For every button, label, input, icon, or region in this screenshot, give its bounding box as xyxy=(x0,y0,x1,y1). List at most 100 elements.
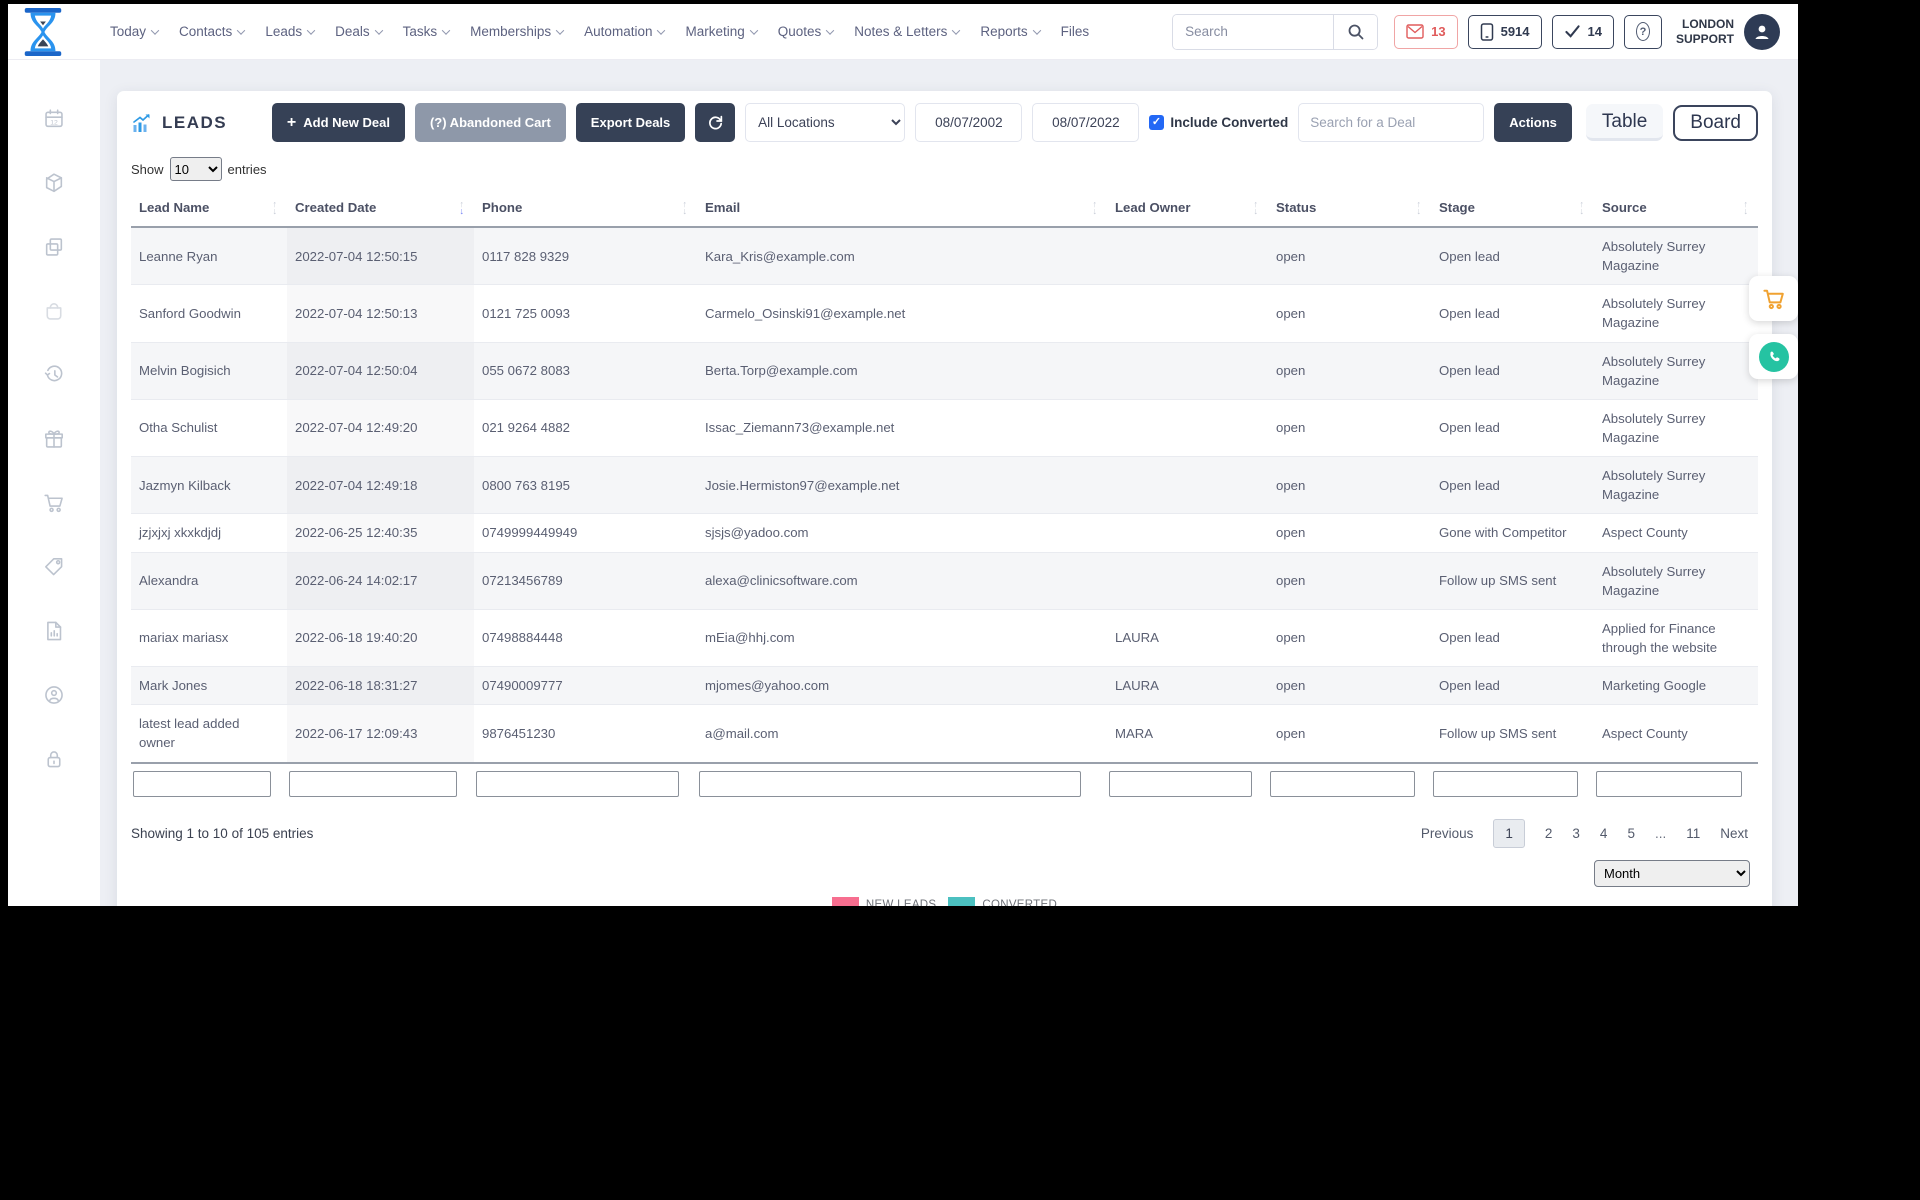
filter-cell xyxy=(697,770,1107,797)
page-size-select[interactable]: 10 xyxy=(169,157,222,181)
legend-item[interactable]: NEW LEADS xyxy=(831,896,936,906)
sidebar-bag-icon[interactable] xyxy=(43,300,65,327)
sidebar-tag-icon[interactable] xyxy=(43,556,65,583)
export-deals-button[interactable]: Export Deals xyxy=(575,103,686,142)
nav-item-deals[interactable]: Deals xyxy=(335,24,383,39)
nav-item-marketing[interactable]: Marketing xyxy=(685,24,758,39)
table-row[interactable]: jzjxjxj xkxkdjdj 2022-06-25 12:40:35 07499… xyxy=(131,514,1758,553)
plus-icon: + xyxy=(286,113,297,131)
cell-lead-owner xyxy=(1107,343,1268,399)
pagination-page-2[interactable]: 2 xyxy=(1545,826,1553,841)
filter-input-email[interactable] xyxy=(699,770,1082,797)
sidebar-report-icon[interactable] xyxy=(43,620,65,647)
pagination-page-5[interactable]: 5 xyxy=(1627,826,1635,841)
filter-input-status[interactable] xyxy=(1270,770,1415,797)
date-from-input[interactable] xyxy=(915,103,1023,142)
sidebar-calendar-icon[interactable]: 12 xyxy=(43,108,65,135)
brand-logo-hourglass[interactable] xyxy=(22,7,68,57)
nav-item-leads[interactable]: Leads xyxy=(265,24,316,39)
sidebar-cart-icon[interactable] xyxy=(43,492,65,519)
sidebar-member-icon[interactable] xyxy=(43,684,65,711)
deal-search-input[interactable] xyxy=(1298,103,1485,142)
include-converted-checkbox[interactable]: Include Converted xyxy=(1149,115,1288,130)
filter-input-lead-owner[interactable] xyxy=(1109,770,1253,797)
pagination-page-1[interactable]: 1 xyxy=(1493,818,1525,848)
view-toggle-board[interactable]: Board xyxy=(1673,104,1758,141)
chevron-down-icon xyxy=(237,25,246,35)
pagination-previous[interactable]: Previous xyxy=(1421,826,1474,841)
help-badge[interactable]: ? xyxy=(1623,14,1662,49)
legend-item[interactable]: CONVERTED xyxy=(948,896,1057,906)
refresh-button[interactable] xyxy=(695,103,736,142)
cell-phone: 9876451230 xyxy=(482,725,556,741)
mobile-phone-icon xyxy=(1480,22,1493,41)
table-row[interactable]: Sanford Goodwin 2022-07-04 12:50:13 0121 7… xyxy=(131,285,1758,343)
tasks-badge[interactable]: 14 xyxy=(1551,14,1614,49)
abandoned-cart-button[interactable]: (?) Abandoned Cart xyxy=(414,103,566,142)
messages-badge[interactable]: 13 xyxy=(1394,14,1458,49)
nav-item-contacts[interactable]: Contacts xyxy=(179,24,246,39)
cell-phone: 07213456789 xyxy=(482,573,563,589)
cell-phone: 055 0672 8083 xyxy=(482,363,571,379)
column-header-status[interactable]: Status ↑ ↓ xyxy=(1268,191,1431,226)
global-search-input[interactable] xyxy=(1173,14,1334,49)
pagination-next[interactable]: Next xyxy=(1720,826,1748,841)
cell-stage: Open lead xyxy=(1439,363,1500,379)
table-row[interactable]: Mark Jones 2022-06-18 18:31:27 07490009777… xyxy=(131,667,1758,706)
user-avatar[interactable] xyxy=(1744,13,1780,50)
actions-button[interactable]: Actions xyxy=(1494,103,1572,142)
cell-lead-name: latest lead added owner xyxy=(139,716,240,751)
pagination-page-11[interactable]: 11 xyxy=(1686,826,1700,841)
sidebar-package-icon[interactable] xyxy=(43,172,65,199)
checkbox-checked-icon xyxy=(1149,115,1165,130)
nav-item-automation[interactable]: Automation xyxy=(584,24,666,39)
cell-lead-name: Mark Jones xyxy=(139,678,208,694)
table-row[interactable]: Alexandra 2022-06-24 14:02:17 07213456789 a… xyxy=(131,552,1758,610)
nav-item-label: Tasks xyxy=(402,24,438,39)
filter-input-lead-name[interactable] xyxy=(133,770,272,797)
column-header-label: Status xyxy=(1276,200,1317,215)
sidebar-history-icon[interactable] xyxy=(43,364,65,391)
filter-input-phone[interactable] xyxy=(476,770,679,797)
table-row[interactable]: mariax mariasx 2022-06-18 19:40:20 0749888… xyxy=(131,609,1758,668)
floating-cart-button[interactable] xyxy=(1749,276,1798,321)
table-row[interactable]: Leanne Ryan 2022-07-04 12:50:15 0117 828 9… xyxy=(131,228,1758,286)
nav-item-tasks[interactable]: Tasks xyxy=(402,24,451,39)
nav-item-notes-letters[interactable]: Notes & Letters xyxy=(854,24,961,39)
messages-count: 13 xyxy=(1431,24,1446,39)
calls-badge[interactable]: 5914 xyxy=(1467,14,1542,49)
nav-item-files[interactable]: Files xyxy=(1061,24,1090,39)
column-header-label: Phone xyxy=(482,200,523,215)
sidebar-gift-icon[interactable] xyxy=(43,428,65,455)
table-row[interactable]: Jazmyn Kilback 2022-07-04 12:49:18 0800 76… xyxy=(131,457,1758,515)
date-to-input[interactable] xyxy=(1032,103,1140,142)
column-header-source[interactable]: Source ↑ ↓ xyxy=(1594,191,1758,226)
column-header-stage[interactable]: Stage ↑ ↓ xyxy=(1431,191,1594,226)
filter-input-source[interactable] xyxy=(1596,770,1742,797)
view-toggle-table[interactable]: Table xyxy=(1585,104,1664,141)
period-select[interactable]: Month xyxy=(1594,859,1750,887)
nav-item-memberships[interactable]: Memberships xyxy=(470,24,565,39)
account-name[interactable]: LONDON SUPPORT xyxy=(1676,17,1734,47)
column-header-email[interactable]: Email ↑ ↓ xyxy=(697,191,1107,226)
sidebar-lock-icon[interactable] xyxy=(43,748,65,775)
column-header-lead-owner[interactable]: Lead Owner ↑ ↓ xyxy=(1107,191,1268,226)
sidebar-copy-icon[interactable] xyxy=(43,236,65,263)
floating-whatsapp-button[interactable] xyxy=(1749,334,1798,379)
nav-item-quotes[interactable]: Quotes xyxy=(778,24,835,39)
table-row[interactable]: latest lead added owner 2022-06-17 12:09:… xyxy=(131,705,1758,764)
column-header-created-date[interactable]: Created Date ↑ ↓ xyxy=(287,191,474,226)
nav-item-reports[interactable]: Reports xyxy=(980,24,1041,39)
pagination-page-3[interactable]: 3 xyxy=(1572,826,1580,841)
table-row[interactable]: Otha Schulist 2022-07-04 12:49:20 021 9264… xyxy=(131,399,1758,458)
nav-item-today[interactable]: Today xyxy=(110,24,160,39)
location-filter-select[interactable]: All Locations xyxy=(745,103,906,142)
search-button[interactable] xyxy=(1333,14,1378,49)
add-new-deal-button[interactable]: + Add New Deal xyxy=(271,103,405,142)
filter-input-created-date[interactable] xyxy=(289,770,457,797)
pagination-page-4[interactable]: 4 xyxy=(1600,826,1608,841)
filter-input-stage[interactable] xyxy=(1433,770,1578,797)
column-header-phone[interactable]: Phone ↑ ↓ xyxy=(474,191,697,226)
table-row[interactable]: Melvin Bogisich 2022-07-04 12:50:04 055 06… xyxy=(131,342,1758,400)
column-header-lead-name[interactable]: Lead Name ↑ ↓ xyxy=(131,191,287,226)
